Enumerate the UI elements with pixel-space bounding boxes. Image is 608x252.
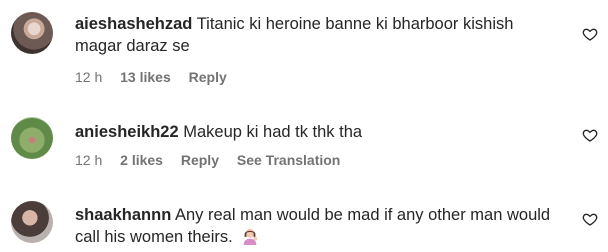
see-translation-link[interactable]: See Translation bbox=[237, 152, 340, 168]
reply-button[interactable]: Reply bbox=[189, 69, 227, 85]
reply-button[interactable]: Reply bbox=[181, 152, 219, 168]
comment-time: 12 h bbox=[75, 69, 103, 85]
avatar[interactable] bbox=[11, 117, 53, 159]
comment-username[interactable]: aniesheikh22 bbox=[75, 123, 179, 141]
comment-time: 12 h bbox=[75, 152, 103, 168]
comment-likes[interactable]: 2 likes bbox=[120, 152, 163, 168]
comment-body: Makeup ki had tk thk tha bbox=[183, 123, 363, 141]
heart-icon[interactable] bbox=[582, 127, 598, 143]
comment-meta: 12 h 2 likes Reply See Translation bbox=[75, 152, 354, 168]
avatar[interactable] bbox=[11, 12, 53, 54]
comment-username[interactable]: aieshashehzad bbox=[75, 15, 192, 33]
comment-username[interactable]: shaakhannn bbox=[75, 206, 171, 224]
comment-text: shaakhannn Any real man would be mad if … bbox=[75, 204, 560, 248]
heart-icon[interactable] bbox=[582, 211, 598, 227]
heart-icon[interactable] bbox=[582, 26, 598, 42]
avatar[interactable] bbox=[11, 201, 53, 243]
comment-text: aniesheikh22 Makeup ki had tk thk tha bbox=[75, 121, 560, 143]
comment-likes[interactable]: 13 likes bbox=[120, 69, 171, 85]
comment-text: aieshashehzad Titanic ki heroine banne k… bbox=[75, 13, 560, 57]
woman-tipping-hand-emoji-icon bbox=[244, 228, 258, 245]
comment-meta: 12 h 13 likes Reply bbox=[75, 69, 241, 85]
